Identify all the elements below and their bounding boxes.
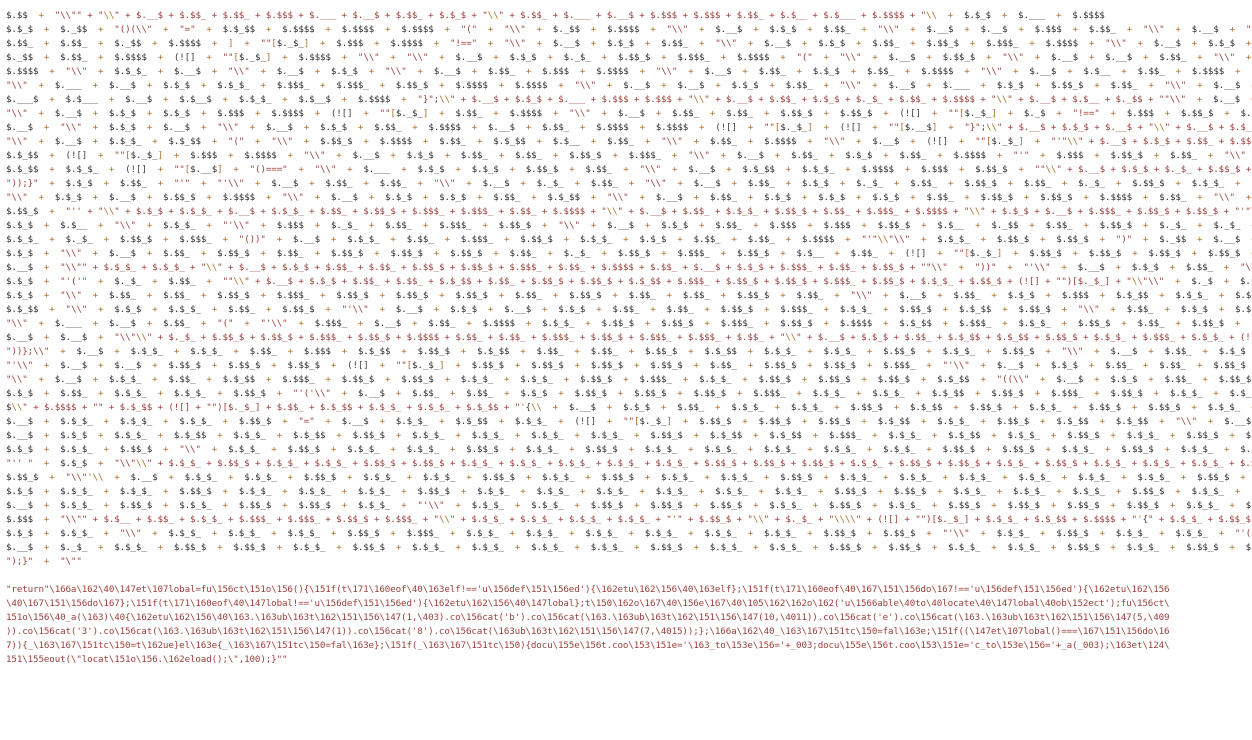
obfuscated-code-block: $.$$ + "\\"" + "\\" + $.__$ + $.$$_ + $.… — [6, 9, 1246, 667]
